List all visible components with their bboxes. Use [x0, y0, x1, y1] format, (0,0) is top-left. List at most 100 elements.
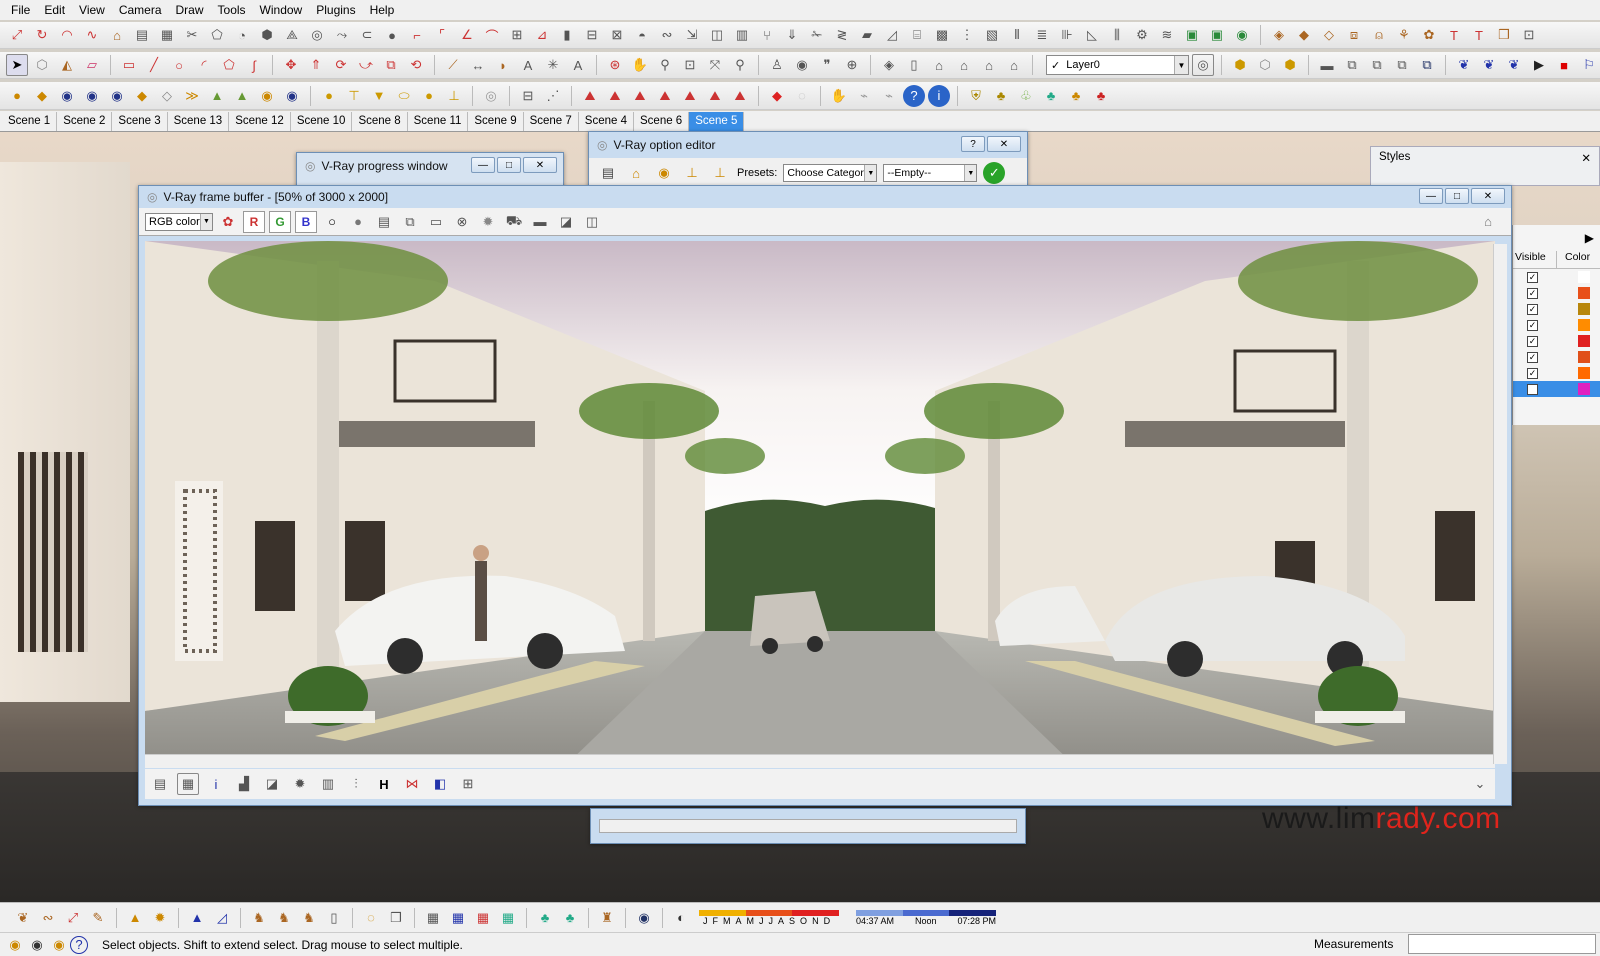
layer-color-swatch[interactable] [1578, 335, 1590, 347]
vray-plane-light-icon[interactable]: ▲ [206, 85, 228, 107]
load-preset-icon[interactable]: ⊥ [681, 162, 703, 184]
shape-tool-icon[interactable]: ⬠ [206, 24, 228, 46]
tool-t-icon[interactable]: T [1443, 24, 1465, 46]
grid4-icon[interactable]: ▦ [497, 907, 519, 929]
scissors-tool-icon[interactable]: ✁ [806, 24, 828, 46]
vray-dome-icon[interactable]: ▲ [231, 85, 253, 107]
tab-scene-10[interactable]: Scene 10 [290, 112, 353, 131]
sandbox-4-icon[interactable]: ⛰ [654, 85, 676, 107]
help-button[interactable]: ? [961, 136, 985, 152]
layer-row[interactable]: ✓ [1513, 349, 1600, 365]
layer-visible-checkbox[interactable]: ✓ [1527, 351, 1538, 363]
wireframe-style-icon[interactable]: ⬡ [1254, 54, 1276, 76]
credits-icon[interactable]: ◉ [26, 934, 48, 956]
layer-row[interactable]: ✓ [1513, 285, 1600, 301]
text-tool-icon[interactable]: A [517, 54, 539, 76]
tab-scene-13[interactable]: Scene 13 [167, 112, 230, 131]
orbit-tool-icon[interactable]: ⊛ [604, 54, 626, 76]
previous-view-icon[interactable]: ⚲ [729, 54, 751, 76]
select-box-icon[interactable]: ⋰ [542, 85, 564, 107]
bounding-box-icon[interactable]: ⊟ [517, 85, 539, 107]
stamp-tool-icon[interactable]: ⊡ [1518, 24, 1540, 46]
offset-draw-icon[interactable]: ⟲ [405, 54, 427, 76]
grid3-icon[interactable]: ▦ [472, 907, 494, 929]
joint-tool-icon[interactable]: ⟁ [281, 24, 303, 46]
rectangle-tool-icon[interactable]: ▭ [118, 54, 140, 76]
mesh-light-icon[interactable]: ⊥ [443, 85, 465, 107]
red-channel-button[interactable]: R [243, 210, 265, 233]
arrow-down-tool-icon[interactable]: ⇓ [781, 24, 803, 46]
zoom-tool-icon[interactable]: ⚲ [654, 54, 676, 76]
hatch-tool-icon[interactable]: ▧ [981, 24, 1003, 46]
grid2-icon[interactable]: ▦ [447, 907, 469, 929]
xyz-tool-icon[interactable]: ❦ [1478, 54, 1500, 76]
polygon-tool-icon[interactable]: ⬠ [218, 54, 240, 76]
channel-select[interactable]: RGB color ▼ [145, 212, 213, 231]
spline-tool-icon[interactable]: ∾ [656, 24, 678, 46]
sandbox-2-icon[interactable]: ⛰ [604, 85, 626, 107]
vray-light-icon[interactable]: ◆ [131, 85, 153, 107]
shaded-style-icon[interactable]: ⬢ [1279, 54, 1301, 76]
tab-scene-12[interactable]: Scene 12 [229, 112, 291, 131]
stair-icon[interactable]: ◿ [211, 907, 233, 929]
frame-tool-icon[interactable]: ⌸ [906, 24, 928, 46]
tool-e-icon[interactable]: ♜ [596, 907, 618, 929]
curve-icon[interactable]: ◪ [261, 773, 283, 795]
close-icon[interactable]: ✕ [1581, 151, 1591, 165]
tree3-icon[interactable]: ♣ [1090, 85, 1112, 107]
bend-tool-icon[interactable]: ⌒ [481, 24, 503, 46]
render-region-icon[interactable]: ⛟ [503, 211, 525, 233]
front-view-icon[interactable]: ⌂ [928, 54, 950, 76]
layer-row[interactable] [1513, 381, 1600, 397]
zoom-window-icon[interactable]: ⊡ [679, 54, 701, 76]
freehand-tool-icon[interactable]: ∫ [243, 54, 265, 76]
tool-c-icon[interactable]: ♞ [298, 907, 320, 929]
geolocation-icon[interactable]: ◉ [4, 934, 26, 956]
arc-tool-icon[interactable]: ◠ [56, 24, 78, 46]
sandbox-3-icon[interactable]: ⛰ [629, 85, 651, 107]
shield-icon[interactable]: ⛨ [965, 85, 987, 107]
layer-visible-checkbox[interactable]: ✓ [1527, 335, 1538, 347]
extrude-tool-icon[interactable]: ⬢ [256, 24, 278, 46]
make-component-icon[interactable]: ⬡ [31, 54, 53, 76]
tab-scene-1[interactable]: Scene 1 [2, 112, 58, 131]
menu-plugins[interactable]: Plugins [309, 0, 362, 20]
mono-channel-icon[interactable]: ● [347, 211, 369, 233]
menu-file[interactable]: File [4, 0, 37, 20]
louver-tool-icon[interactable]: ≣ [1031, 24, 1053, 46]
compare-icon[interactable]: ⋈ [401, 773, 423, 795]
blue-channel-button[interactable]: B [295, 210, 317, 233]
mesh-tool-icon[interactable]: ⊠ [606, 24, 628, 46]
cut-tool-icon[interactable]: ✂ [181, 24, 203, 46]
rotate-tool-icon[interactable]: ↻ [31, 24, 53, 46]
layers-tool-icon[interactable]: ▦ [156, 24, 178, 46]
vray-help-icon[interactable]: ◉ [106, 85, 128, 107]
layer-visible-checkbox[interactable]: ✓ [1527, 303, 1538, 315]
tab-scene-7[interactable]: Scene 7 [523, 112, 579, 131]
protractor-icon[interactable]: ◗ [492, 54, 514, 76]
spot-light-icon[interactable]: ▼ [368, 85, 390, 107]
clear-image-icon[interactable]: ⊗ [451, 211, 473, 233]
track-mouse-icon[interactable]: ✹ [477, 211, 499, 233]
layer-color-swatch[interactable] [1578, 271, 1590, 283]
tab-scene-5[interactable]: Scene 5 [689, 112, 745, 131]
curve-tool-icon[interactable]: ∿ [81, 24, 103, 46]
ies-light-icon[interactable]: ● [418, 85, 440, 107]
tool-t2-icon[interactable]: T [1468, 24, 1490, 46]
walk-tool-icon[interactable]: ❞ [816, 54, 838, 76]
window-tool-icon[interactable]: ⊞ [506, 24, 528, 46]
save-image-icon[interactable]: ▤ [373, 211, 395, 233]
render-last-icon[interactable]: ◪ [555, 211, 577, 233]
help-tool-icon[interactable]: ⚐ [1578, 54, 1600, 76]
vfb-settings-icon[interactable]: ⌂ [1477, 211, 1499, 233]
flower-tool-icon[interactable]: ✿ [1418, 24, 1440, 46]
maximize-button[interactable]: □ [497, 157, 521, 173]
layer-color-swatch[interactable] [1578, 287, 1590, 299]
levels-icon[interactable]: ▟ [233, 773, 255, 795]
cube-tool-icon[interactable]: ❒ [1493, 24, 1515, 46]
omni-light-icon[interactable]: ⬭ [393, 85, 415, 107]
component-browser-icon[interactable]: ▬ [1316, 54, 1338, 76]
layer-row[interactable]: ✓ [1513, 333, 1600, 349]
eraser-icon[interactable]: ▱ [81, 54, 103, 76]
help-icon[interactable]: ? [903, 84, 925, 107]
